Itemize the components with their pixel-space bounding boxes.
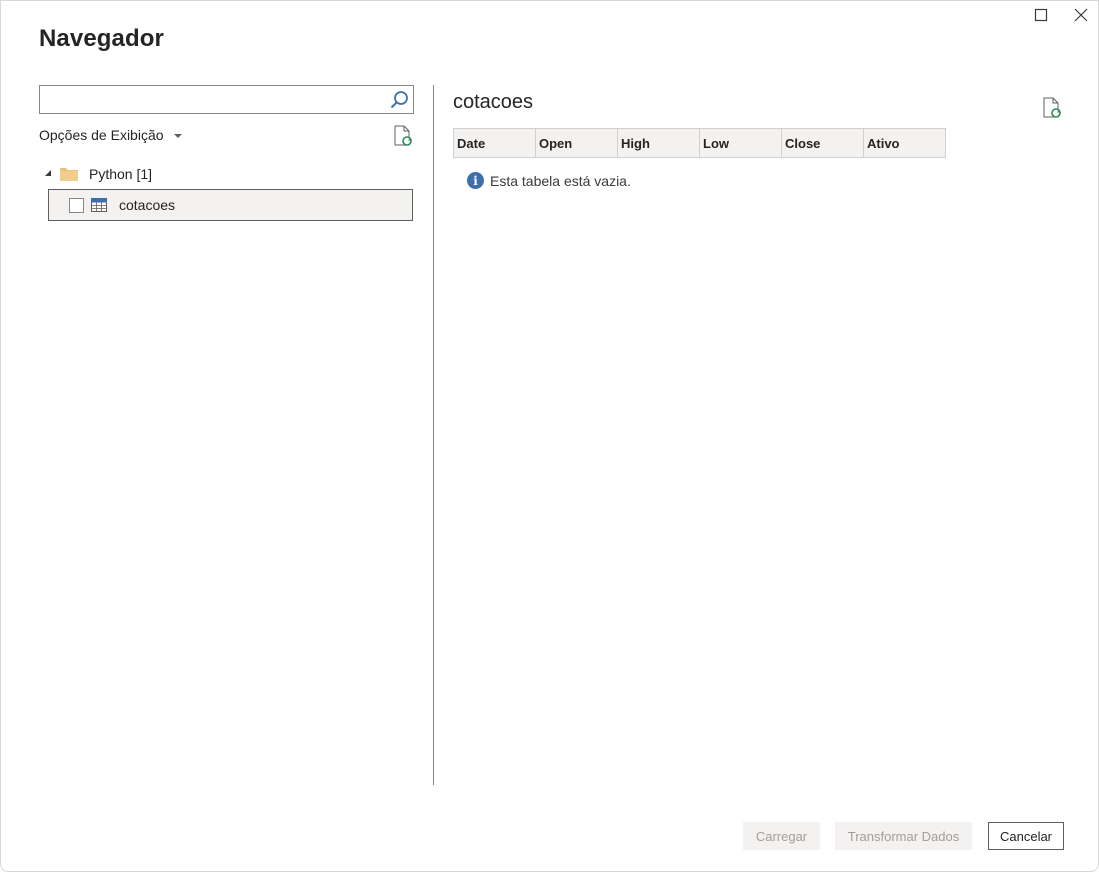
column-header-open[interactable]: Open <box>535 128 618 158</box>
maximize-icon <box>1034 8 1048 22</box>
tree-folder-label: Python [1] <box>89 166 153 182</box>
empty-message-text: Esta tabela está vazia. <box>490 172 631 189</box>
close-icon <box>1074 8 1088 22</box>
navigator-dialog: Navegador Opções de Exibição Python [1] <box>0 0 1099 872</box>
column-header-ativo[interactable]: Ativo <box>863 128 946 158</box>
tree-item-cotacoes[interactable]: cotacoes <box>48 189 413 221</box>
empty-table-message: i Esta tabela está vazia. <box>467 172 631 189</box>
cancel-button[interactable]: Cancelar <box>988 822 1064 850</box>
refresh-document-icon <box>1043 97 1062 118</box>
column-header-close[interactable]: Close <box>781 128 864 158</box>
refresh-button-left[interactable] <box>393 125 413 147</box>
table-header-row: Date Open High Low Close Ativo <box>453 128 946 158</box>
pane-divider[interactable] <box>433 85 434 785</box>
chevron-down-icon <box>173 134 182 138</box>
transform-data-button[interactable]: Transformar Dados <box>835 822 972 850</box>
column-header-low[interactable]: Low <box>699 128 782 158</box>
folder-icon <box>60 168 78 181</box>
table-icon <box>91 198 107 212</box>
search-icon[interactable] <box>388 89 410 111</box>
close-button[interactable] <box>1071 5 1091 25</box>
tree-item-checkbox[interactable] <box>69 197 84 213</box>
display-options-dropdown[interactable]: Opções de Exibição <box>39 127 182 143</box>
expand-arrow-icon[interactable] <box>45 170 51 176</box>
refresh-button-right[interactable] <box>1042 97 1062 119</box>
refresh-document-icon <box>394 125 413 146</box>
load-button[interactable]: Carregar <box>743 822 820 850</box>
column-header-date[interactable]: Date <box>453 128 536 158</box>
column-header-high[interactable]: High <box>617 128 700 158</box>
dialog-title: Navegador <box>39 25 164 52</box>
tree-item-label: cotacoes <box>119 197 176 213</box>
preview-table: Date Open High Low Close Ativo <box>453 128 946 158</box>
display-options-label: Opções de Exibição <box>39 127 164 143</box>
preview-title: cotacoes <box>453 91 534 113</box>
info-icon: i <box>467 172 484 189</box>
tree-folder-python[interactable]: Python [1] <box>45 163 152 185</box>
maximize-button[interactable] <box>1031 5 1051 25</box>
search-box[interactable] <box>39 85 414 114</box>
search-input[interactable] <box>40 86 380 113</box>
